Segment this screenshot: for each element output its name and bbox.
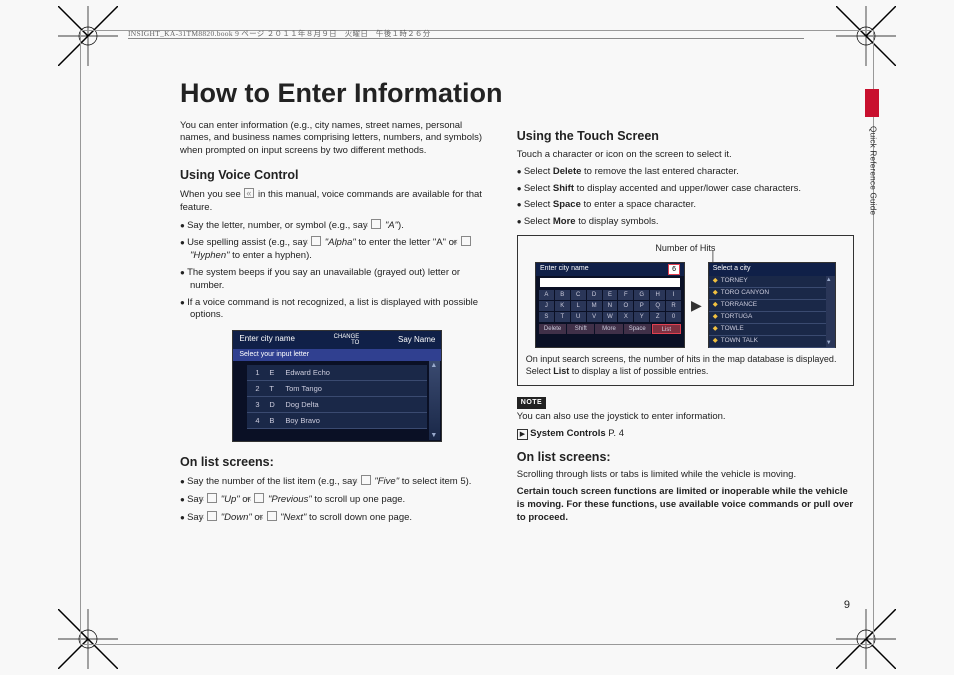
voice-command-icon [244,188,254,198]
screenshot-box: Number of Hits │ Enter city name6 ABCDEF… [517,235,854,387]
hits-label: Number of Hits [526,242,845,254]
touch-heading: Using the Touch Screen [517,128,854,145]
screenshot-caption: On input search screens, the number of h… [526,354,845,377]
voice-heading: Using Voice Control [180,167,495,184]
list2-p1: Scrolling through lists or tabs is limit… [517,469,854,482]
voice-command-icon [461,236,471,246]
list1-bullets: Say the number of the list item (e.g., s… [180,475,495,524]
side-label: Quick Reference Guide [869,126,878,215]
note-block: NOTE You can also use the joystick to en… [517,396,854,440]
voice-command-icon [207,493,217,503]
voice-command-icon [361,475,371,485]
intro-text: You can enter information (e.g., city na… [180,120,495,157]
screenshot-voice-list: Enter city nameCHANGETOSay Name Select y… [232,330,442,442]
page-title: How to Enter Information [180,78,502,109]
touch-lead: Touch a character or icon on the screen … [517,149,854,162]
link-ref-icon: ▶ [517,429,528,440]
voice-command-icon [267,511,277,521]
list2-p2: Certain touch screen functions are limit… [517,486,854,524]
voice-command-icon [254,493,264,503]
voice-command-icon [371,219,381,229]
voice-command-icon [311,236,321,246]
arrow-right-icon: ▶ [691,296,702,315]
header-rule [128,38,804,39]
screenshot-city-list: Select a city ◆TORNEY◆TORO CANYON◆TORRAN… [708,262,836,348]
screenshot-keyboard: Enter city name6 ABCDEFGHIJKLMNOPQRSTUVW… [535,262,685,348]
voice-lead: When you see in this manual, voice comma… [180,188,495,215]
touch-bullets: Select Delete to remove the last entered… [517,166,854,229]
voice-command-icon [207,511,217,521]
list1-heading: On list screens: [180,454,495,471]
note-badge: NOTE [517,397,546,408]
voice-bullets: Say the letter, number, or symbol (e.g.,… [180,219,495,323]
pointer-icon: │ [582,256,845,260]
list2-heading: On list screens: [517,449,854,466]
side-tab [865,89,879,117]
